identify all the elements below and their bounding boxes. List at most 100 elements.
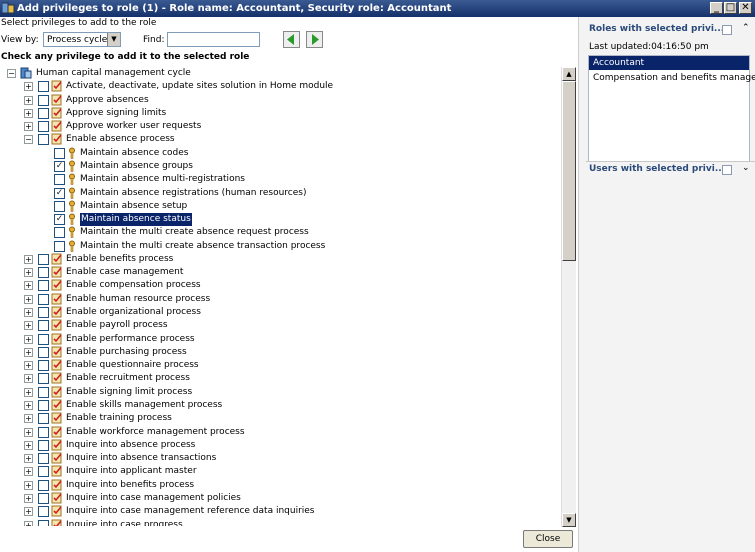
privilege-checkbox[interactable] [38, 520, 49, 526]
expand-icon[interactable]: + [24, 109, 33, 118]
privilege-checkbox[interactable] [38, 307, 49, 318]
scroll-thumb[interactable] [562, 81, 576, 261]
expand-icon[interactable]: + [24, 82, 33, 91]
collapse-icon[interactable]: − [24, 135, 33, 144]
privilege-checkbox[interactable] [38, 294, 49, 305]
next-button[interactable] [306, 31, 323, 48]
privilege-checkbox[interactable] [54, 241, 65, 252]
expand-icon[interactable]: + [24, 388, 33, 397]
privilege-checkbox[interactable] [38, 373, 49, 384]
privilege-checkbox[interactable] [38, 440, 49, 451]
expand-icon[interactable]: + [24, 308, 33, 317]
scroll-down-button[interactable]: ▼ [562, 513, 576, 527]
expand-icon[interactable]: + [24, 454, 33, 463]
tree-item-label: Maintain absence groups [80, 161, 193, 171]
previous-button[interactable] [283, 31, 300, 48]
expand-icon[interactable]: + [24, 335, 33, 344]
tree-item-label: Maintain absence setup [80, 201, 188, 211]
privilege-checkbox[interactable] [38, 334, 49, 345]
close-window-button[interactable]: ✕ [739, 2, 752, 14]
window-title: Add privileges to role (1) - Role name: … [17, 3, 452, 14]
tree-item-label: Enable purchasing process [66, 347, 187, 357]
expand-icon[interactable]: + [24, 321, 33, 330]
expand-icon[interactable]: + [24, 268, 33, 277]
tree-item-label: Inquire into absence process [66, 440, 196, 450]
panel-divider [586, 161, 755, 162]
privilege-checkbox[interactable] [38, 413, 49, 424]
privilege-checkbox[interactable] [38, 360, 49, 371]
close-button[interactable]: Close [523, 530, 573, 548]
expand-icon[interactable]: + [24, 494, 33, 503]
duty-icon [51, 107, 62, 119]
find-input[interactable] [167, 32, 260, 47]
minimize-button[interactable]: _ [710, 2, 723, 14]
privilege-checkbox[interactable] [38, 121, 49, 132]
expand-icon[interactable]: + [24, 521, 33, 526]
expand-icon[interactable]: + [24, 361, 33, 370]
expand-icon[interactable]: + [24, 481, 33, 490]
role-item-accountant[interactable]: Accountant [589, 56, 749, 70]
tree-item-label: Enable questionnaire process [66, 360, 199, 370]
privilege-checkbox[interactable] [38, 280, 49, 291]
privilege-checkbox[interactable] [38, 387, 49, 398]
view-by-select[interactable]: Process cycle ▼ [43, 32, 121, 47]
privilege-checkbox[interactable] [38, 506, 49, 517]
key-icon [69, 226, 75, 238]
expand-icon[interactable]: + [24, 96, 33, 105]
privilege-checkbox[interactable] [38, 427, 49, 438]
chevron-down-icon[interactable]: ▼ [107, 33, 120, 46]
expand-icon[interactable]: + [24, 401, 33, 410]
privilege-checkbox[interactable] [38, 320, 49, 331]
privilege-checkbox[interactable] [54, 201, 65, 212]
panel-options-icon[interactable] [722, 25, 732, 35]
privilege-checkbox[interactable] [38, 347, 49, 358]
expand-icon[interactable]: + [24, 507, 33, 516]
vertical-scrollbar[interactable]: ▲ ▼ [561, 67, 576, 527]
privilege-checkbox[interactable]: ✓ [54, 161, 65, 172]
users-panel-options-icon[interactable] [722, 165, 732, 175]
privilege-checkbox[interactable] [38, 453, 49, 464]
key-icon [69, 160, 75, 172]
maximize-button[interactable]: □ [724, 2, 737, 14]
privilege-checkbox[interactable] [54, 148, 65, 159]
privilege-checkbox[interactable] [38, 81, 49, 92]
chevron-down-icon[interactable]: ⌄ [742, 163, 750, 173]
duty-icon [51, 80, 62, 92]
scroll-up-button[interactable]: ▲ [562, 67, 576, 81]
duty-icon [51, 452, 62, 464]
privilege-checkbox[interactable] [38, 480, 49, 491]
privilege-checkbox[interactable] [38, 466, 49, 477]
duty-icon [51, 266, 62, 278]
expand-icon[interactable]: + [24, 281, 33, 290]
collapse-icon[interactable]: − [7, 69, 16, 78]
privilege-checkbox[interactable] [38, 108, 49, 119]
privilege-checkbox[interactable] [54, 174, 65, 185]
role-item-compensation-benefits-manager[interactable]: Compensation and benefits manager [589, 71, 755, 85]
expand-icon[interactable]: + [24, 467, 33, 476]
expand-icon[interactable]: + [24, 295, 33, 304]
expand-icon[interactable]: + [24, 348, 33, 357]
privilege-checkbox[interactable] [38, 134, 49, 145]
expand-icon[interactable]: + [24, 122, 33, 131]
tree-item-label: Enable compensation process [66, 280, 201, 290]
expand-icon[interactable]: + [24, 441, 33, 450]
expand-icon[interactable]: + [24, 255, 33, 264]
chevron-up-icon[interactable]: ⌃ [742, 23, 750, 33]
privilege-checkbox[interactable]: ✓ [54, 188, 65, 199]
privilege-checkbox[interactable] [38, 267, 49, 278]
expand-icon[interactable]: + [24, 374, 33, 383]
expand-icon[interactable]: + [24, 428, 33, 437]
privilege-checkbox[interactable] [54, 227, 65, 238]
privilege-checkbox[interactable] [38, 95, 49, 106]
expand-icon[interactable]: + [24, 414, 33, 423]
tree-item-label: Enable skills management process [66, 400, 223, 410]
duty-icon [51, 133, 62, 145]
tree-item-label: Inquire into case management reference d… [66, 506, 315, 516]
panel-splitter[interactable] [578, 17, 586, 552]
duty-icon [51, 465, 62, 477]
privilege-checkbox[interactable] [38, 254, 49, 265]
privilege-checkbox[interactable] [38, 400, 49, 411]
privilege-checkbox[interactable] [38, 493, 49, 504]
roles-list: Accountant Compensation and benefits man… [588, 55, 755, 162]
privilege-checkbox[interactable]: ✓ [54, 214, 65, 225]
